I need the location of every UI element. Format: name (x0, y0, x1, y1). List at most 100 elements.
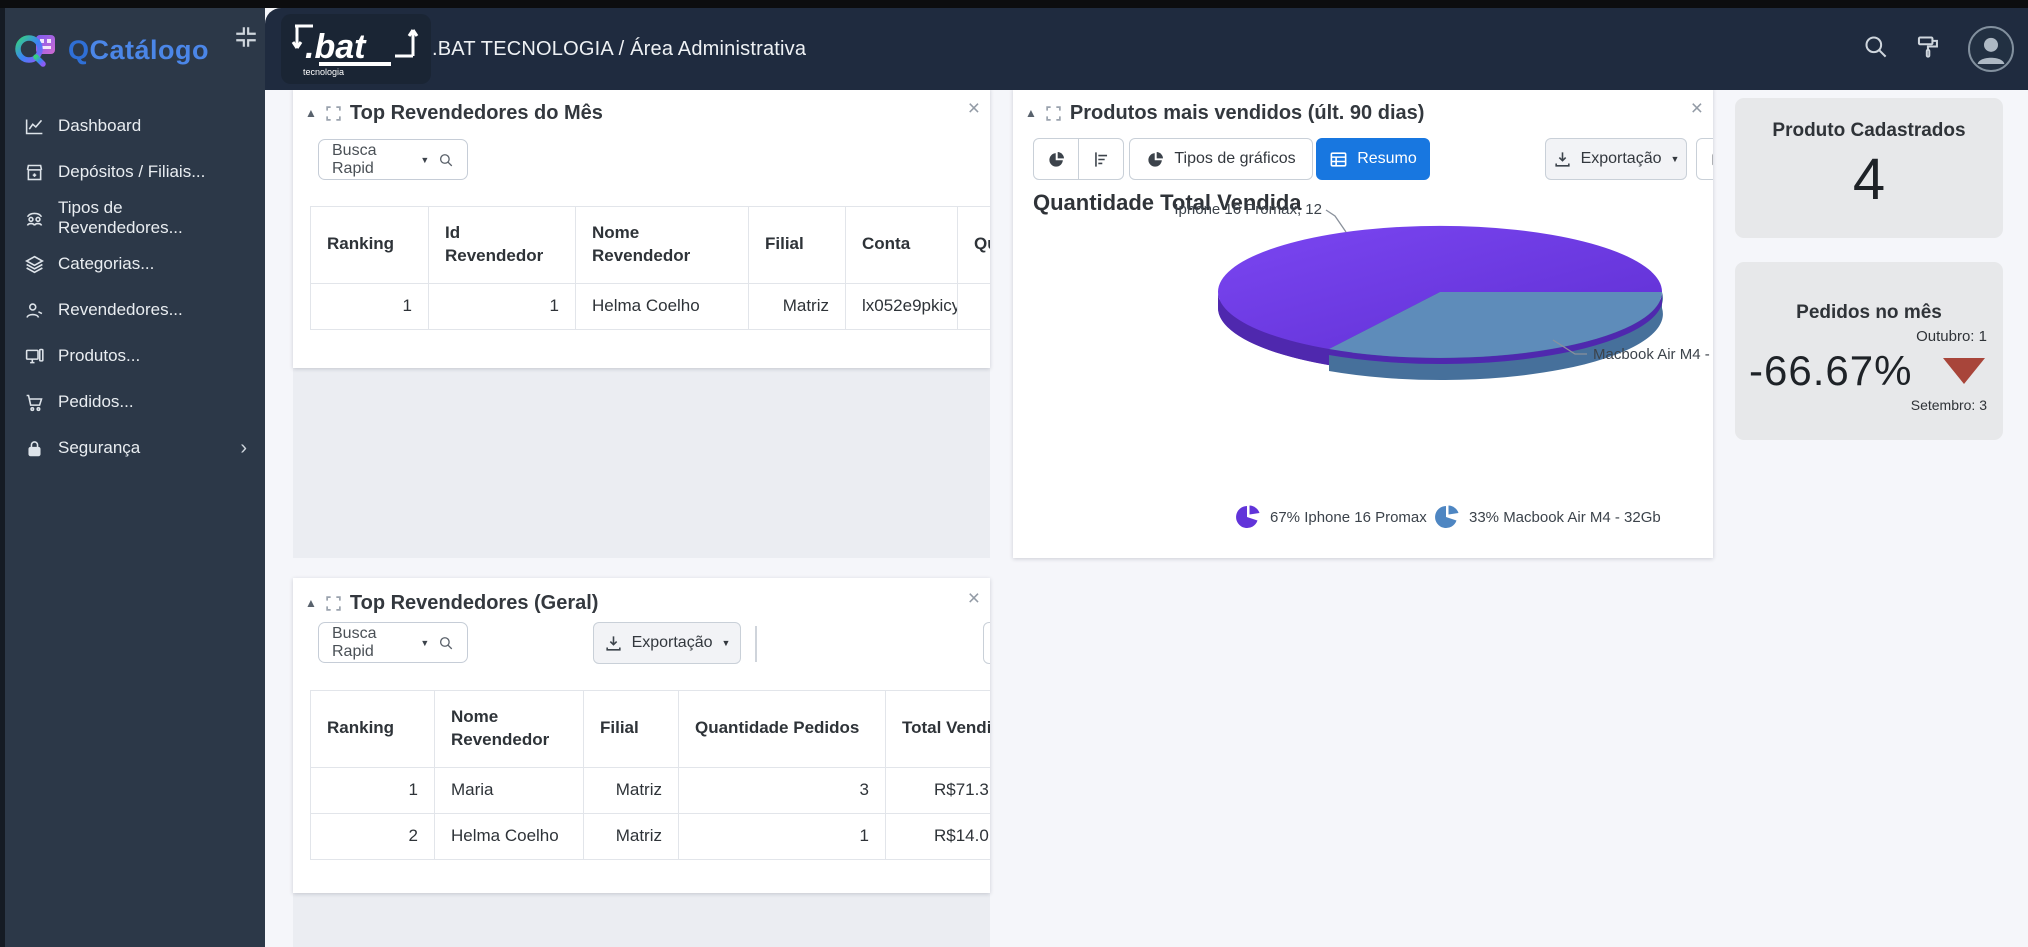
percent-change: -66.67% (1749, 347, 1912, 395)
slice-label-macbook: Macbook Air M4 - 32Gb, 6 (1593, 346, 1713, 363)
page-title: .BAT TECNOLOGIA / Área Administrativa (432, 8, 806, 90)
col-quantidade: Quantidade (958, 207, 991, 284)
quick-search-control[interactable]: Busca Rapid ▼ (318, 139, 468, 180)
search-icon (438, 151, 454, 169)
sidebar-menu: Dashboard Depósitos / Filiais... Tipos d… (0, 103, 265, 471)
trend-down-icon (1943, 358, 1985, 384)
expand-panel-icon[interactable] (325, 105, 342, 122)
exportacao-label: Exportação (632, 634, 713, 652)
card-title: Pedidos no mês (1735, 302, 2003, 324)
search-icon[interactable] (1862, 33, 1889, 65)
menu-label: Depósitos / Filiais... (58, 162, 205, 182)
collapse-panel-icon[interactable]: ▲ (305, 107, 317, 119)
col-filial: Filial (584, 691, 679, 768)
desktop-icon (24, 346, 45, 367)
table-top-revendedores-geral: Ranking Nome Revendedor Filial Quantidad… (310, 690, 990, 860)
sidebar-item-produtos[interactable]: Produtos... (0, 333, 265, 379)
menu-label: Revendedores... (58, 300, 183, 320)
bat-logo-sub: tecnologia (303, 67, 344, 77)
grid-cell (293, 893, 990, 947)
avatar[interactable] (1968, 26, 2014, 72)
card-value: 4 (1735, 146, 2003, 213)
window-top-edge (0, 0, 2028, 8)
chart-line-icon (24, 116, 45, 137)
panel-title: Top Revendedores (Geral) (350, 592, 599, 615)
menu-label: Dashboard (58, 116, 141, 136)
sidebar-item-seguranca[interactable]: Segurança › (0, 425, 265, 471)
bat-logo-text: .bat (305, 28, 367, 66)
exportacao-button[interactable]: Exportação ▼ (593, 622, 741, 664)
menu-label: Tipos de Revendedores... (58, 198, 251, 238)
col-nome-revendedor: Nome Revendedor (435, 691, 584, 768)
caret-down-icon: ▼ (420, 155, 429, 165)
table-top-revendedores-mes: Ranking Id Revendedor Nome Revendedor Fi… (310, 206, 990, 330)
sidebar-item-revendedores[interactable]: Revendedores... (0, 287, 265, 333)
legend-item-iphone[interactable]: 67% Iphone 16 Promax (1235, 504, 1427, 530)
grid-cell (293, 368, 990, 558)
legend-label: 67% Iphone 16 Promax (1270, 509, 1427, 526)
download-icon (604, 634, 623, 653)
card-produtos-cadastrados: Produto Cadastrados 4 (1735, 98, 2003, 238)
clipped-toolbar-button[interactable] (983, 622, 990, 664)
col-quantidade-pedidos: Quantidade Pedidos (679, 691, 886, 768)
panel-title: Top Revendedores do Mês (350, 102, 603, 125)
legend-label: 33% Macbook Air M4 - 32Gb (1469, 509, 1661, 526)
chevron-right-icon: › (240, 438, 247, 458)
current-month-value: Outubro: 1 (1735, 328, 2003, 345)
table-row: 2 Helma Coelho Matriz 1 R$14.0 (311, 813, 991, 859)
col-ranking: Ranking (311, 691, 435, 768)
legend-item-macbook[interactable]: 33% Macbook Air M4 - 32Gb (1434, 504, 1661, 530)
table-header-row: Ranking Id Revendedor Nome Revendedor Fi… (311, 207, 991, 284)
menu-label: Categorias... (58, 254, 154, 274)
menu-label: Produtos... (58, 346, 140, 366)
col-total-vendido: Total Vendido (886, 691, 991, 768)
brand-text: QCatálogo (68, 35, 209, 66)
group-icon (24, 208, 45, 229)
card-pedidos-no-mes: Pedidos no mês Outubro: 1 -66.67% Setemb… (1735, 262, 2003, 440)
pie-legend-icon (1434, 504, 1460, 530)
caret-down-icon: ▼ (722, 638, 731, 648)
col-nome-revendedor: Nome Revendedor (576, 207, 749, 284)
pie-legend-icon (1235, 504, 1261, 530)
sidebar-collapse-icon[interactable] (233, 24, 259, 50)
paint-roller-icon[interactable] (1915, 33, 1942, 65)
table-row: 1 Maria Matriz 3 R$71.3 (311, 767, 991, 813)
table-header-row: Ranking Nome Revendedor Filial Quantidad… (311, 691, 991, 768)
panel-produtos-mais-vendidos: ▲ Produtos mais vendidos (últ. 90 dias) … (1013, 88, 1713, 558)
table-row: 1 1 Helma Coelho Matriz lx052e9pkicy (311, 283, 991, 329)
qr-catalogo-icon (14, 30, 62, 70)
expand-panel-icon[interactable] (325, 595, 342, 612)
bat-logo: .bat tecnologia (281, 14, 431, 84)
close-icon[interactable]: × (968, 588, 980, 609)
cart-icon (24, 392, 45, 413)
col-ranking: Ranking (311, 207, 429, 284)
col-id-revendedor: Id Revendedor (429, 207, 576, 284)
sidebar-item-dashboard[interactable]: Dashboard (0, 103, 265, 149)
sidebar-item-depositos-filiais[interactable]: Depósitos / Filiais... (0, 149, 265, 195)
sidebar-item-categorias[interactable]: Categorias... (0, 241, 265, 287)
store-icon (24, 162, 45, 183)
admin-dashboard: QCatálogo Dashboard Depósitos / Filiais.… (0, 0, 2028, 947)
menu-label: Pedidos... (58, 392, 134, 412)
brand-logo: QCatálogo (14, 22, 252, 78)
card-title: Produto Cadastrados (1735, 120, 2003, 142)
close-icon[interactable]: × (968, 98, 980, 119)
sidebar-item-pedidos[interactable]: Pedidos... (0, 379, 265, 425)
sidebar-item-tipos-revendedores[interactable]: Tipos de Revendedores... (0, 195, 265, 241)
panel-top-revendedores-mes: ▲ Top Revendedores do Mês × Busca Rapid … (293, 88, 990, 368)
menu-label: Segurança (58, 438, 140, 458)
slice-label-iphone: Iphone 16 Promax, 12 (1174, 201, 1322, 218)
previous-month-value: Setembro: 3 (1735, 397, 2003, 413)
quick-search-label: Busca Rapid (332, 142, 411, 178)
col-filial: Filial (749, 207, 846, 284)
user-icon (24, 300, 45, 321)
col-conta: Conta (846, 207, 958, 284)
sidebar: QCatálogo Dashboard Depósitos / Filiais.… (0, 8, 265, 947)
lock-icon (24, 438, 45, 459)
collapse-panel-icon[interactable]: ▲ (305, 597, 317, 609)
layers-icon (24, 254, 45, 275)
window-left-edge (0, 8, 5, 947)
toolbar-separator (755, 626, 757, 662)
topbar: .bat tecnologia .BAT TECNOLOGIA / Área A… (265, 8, 2028, 90)
pie-chart: Iphone 16 Promax, 12 Macbook Air M4 - 32… (1013, 88, 1713, 558)
